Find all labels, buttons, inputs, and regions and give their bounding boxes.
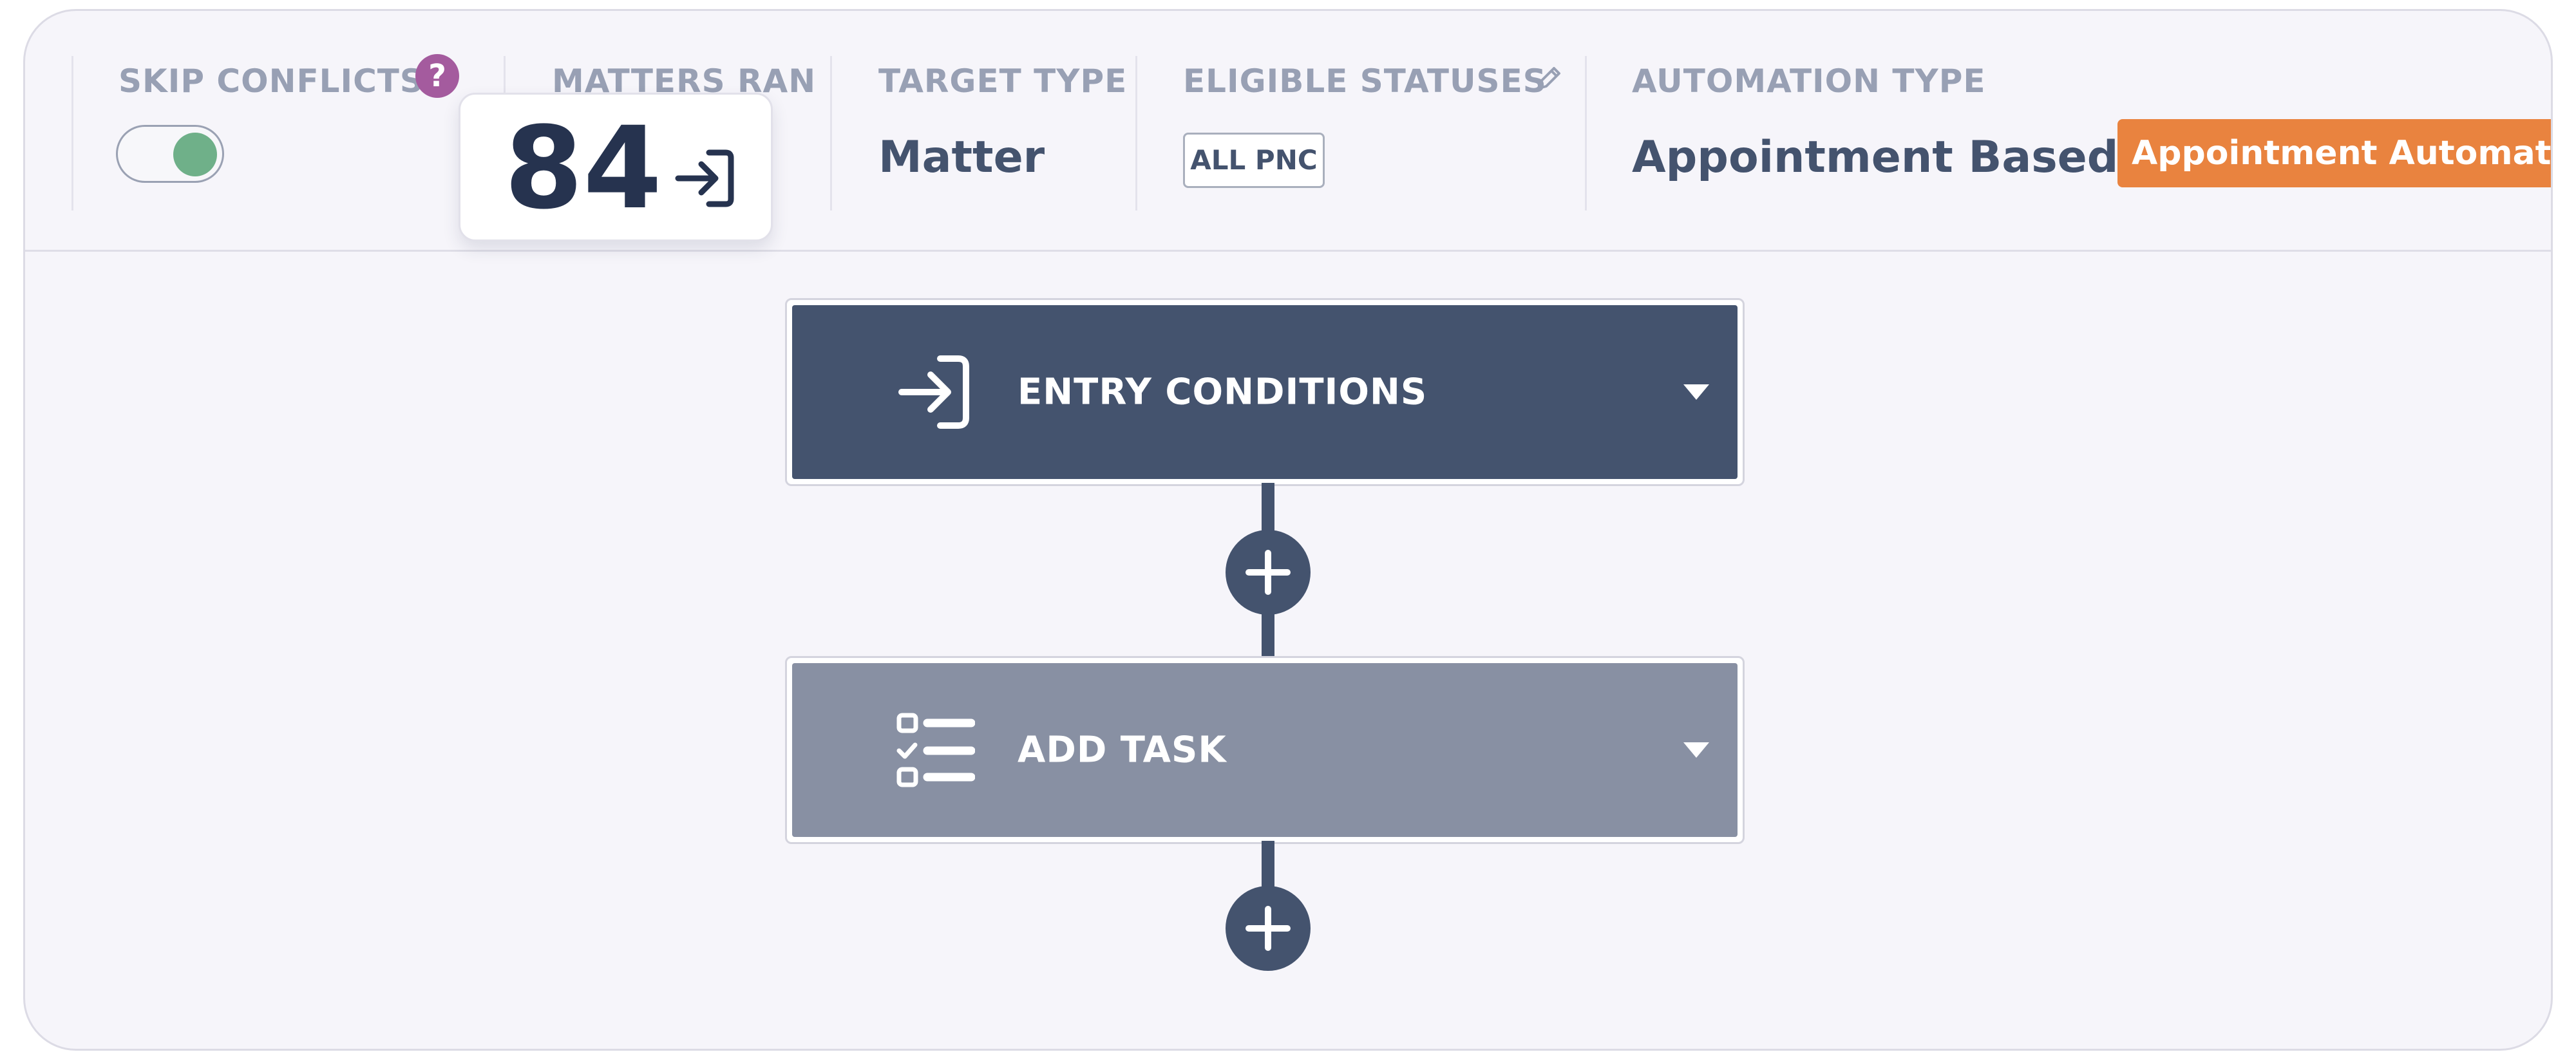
plus-icon [1245, 906, 1291, 951]
entry-arrow-icon [898, 355, 969, 429]
header-divider [71, 56, 73, 211]
automation-category-badge[interactable]: Appointment Automations [2117, 119, 2551, 187]
pencil-icon[interactable] [1534, 64, 1564, 93]
add-task-node[interactable]: ADD TASK [792, 663, 1738, 837]
automation-type-label: AUTOMATION TYPE [1632, 62, 1986, 100]
header-divider [1585, 56, 1587, 211]
header-divider [1135, 56, 1137, 211]
entry-conditions-node[interactable]: ENTRY CONDITIONS [792, 305, 1738, 479]
enter-icon [675, 149, 734, 207]
entry-conditions-frame: ENTRY CONDITIONS [785, 298, 1745, 486]
checklist-icon [896, 713, 975, 787]
automation-card: SKIP CONFLICTS ? MATTERS RAN 84 TARGET T… [23, 9, 2553, 1051]
plus-icon [1245, 550, 1291, 595]
help-icon[interactable]: ? [415, 54, 459, 98]
flow-connector [1262, 841, 1274, 892]
target-type-value: Matter [878, 132, 1045, 183]
target-type-label: TARGET TYPE [878, 62, 1128, 100]
node-title: ENTRY CONDITIONS [1018, 371, 1428, 413]
matters-ran-counter[interactable]: 84 [459, 93, 773, 241]
add-step-button[interactable] [1226, 530, 1311, 615]
chevron-down-icon[interactable] [1682, 383, 1710, 401]
node-title: ADD TASK [1018, 729, 1227, 771]
flow-connector [1262, 483, 1274, 537]
header-divider [830, 56, 832, 211]
matters-ran-count: 84 [504, 102, 662, 234]
automation-header: SKIP CONFLICTS ? MATTERS RAN 84 TARGET T… [25, 11, 2551, 252]
automation-type-value: Appointment Based [1632, 132, 2119, 183]
eligible-statuses-label: ELIGIBLE STATUSES [1183, 62, 1547, 100]
skip-conflicts-toggle[interactable] [116, 125, 224, 183]
toggle-knob [173, 133, 217, 176]
add-step-button[interactable] [1226, 886, 1311, 971]
add-task-frame: ADD TASK [785, 656, 1745, 844]
status-chip[interactable]: ALL PNC [1183, 133, 1325, 188]
chevron-down-icon[interactable] [1682, 741, 1710, 759]
skip-conflicts-label: SKIP CONFLICTS [118, 62, 424, 100]
